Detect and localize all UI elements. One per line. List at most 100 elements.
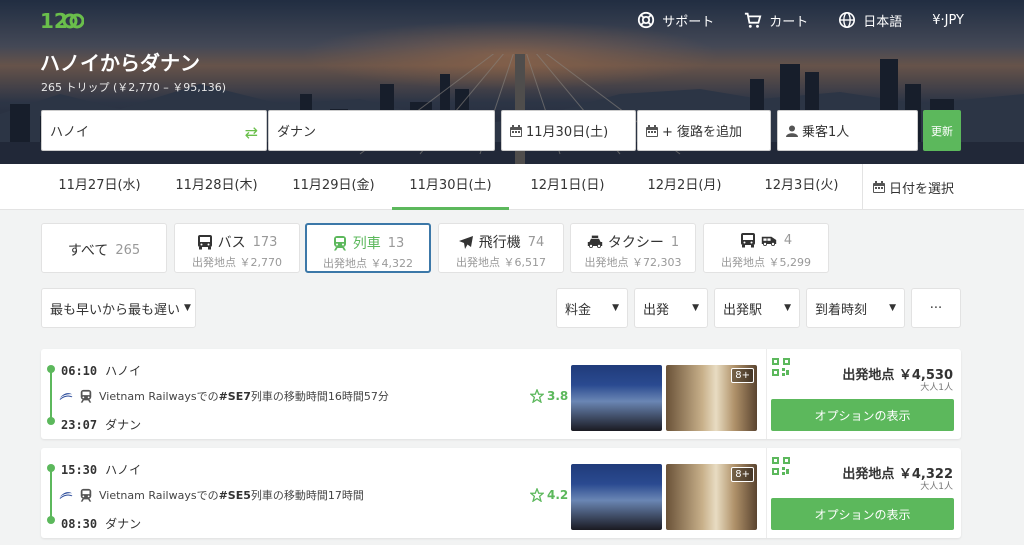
train-photo[interactable] — [571, 464, 662, 530]
date-tab-active[interactable]: 11月30日(土) — [392, 164, 509, 210]
nav-currency[interactable]: ¥·JPY — [932, 10, 964, 30]
passenger-count: 大人1人 — [920, 383, 953, 393]
cart-icon — [745, 12, 762, 28]
caret-down-icon: ▼ — [889, 303, 896, 313]
mode-tab-flight[interactable]: 飛行機 74 出発地点 ￥6,517 — [438, 223, 564, 273]
operator-text: Vietnam Railwaysでの — [99, 390, 219, 403]
filter-label: 出発駅 — [723, 302, 763, 318]
cabin-photo[interactable]: 8+ — [666, 365, 757, 431]
sort-value: 最も早いから最も遅い — [50, 302, 181, 318]
date-picker-label: 日付を選択 — [889, 181, 955, 197]
filter-label: 到着時刻 — [815, 302, 868, 318]
mode-tab-bus[interactable]: バス 173 出発地点 ￥2,770 — [174, 223, 300, 273]
swap-icon[interactable]: ⇄ — [245, 123, 258, 142]
date-tab[interactable]: 11月28日(木) — [158, 164, 275, 210]
mode-tab-all[interactable]: すべて 265 — [41, 223, 167, 273]
date-field[interactable]: 11月30日(土) — [501, 110, 636, 151]
rating-value: 3.8 — [547, 389, 569, 403]
trip-summary: 265 トリップ (￥2,770 – ￥95,136) — [41, 81, 227, 94]
trip-details: Vietnam Railwaysでの#SE5列車の移動時間17時間 — [59, 487, 364, 503]
top-nav: サポート カート 日本語 ¥·JPY — [637, 10, 964, 30]
operator-logo-icon — [59, 393, 73, 400]
result-card[interactable]: 06:10 ハノイ Vietnam Railwaysでの#SE7列車の移動時間1… — [41, 349, 961, 439]
date-bar: 11月27日(水) 11月28日(木) 11月29日(金) 11月30日(土) … — [0, 164, 1024, 210]
lifebuoy-icon — [638, 11, 655, 29]
page-title: ハノイからダナン — [40, 51, 200, 75]
operator-logo-icon — [59, 492, 73, 499]
show-options-button[interactable]: オプションの表示 — [771, 399, 954, 431]
site-logo[interactable]: 12 — [40, 6, 84, 36]
filter-departure[interactable]: 出発 ▼ — [634, 288, 708, 328]
mode-tab-train[interactable]: 列車 13 出発地点 ￥4,322 — [305, 223, 431, 273]
date-tab[interactable]: 12月1日(日) — [509, 164, 626, 210]
calendar-icon — [510, 124, 522, 137]
train-number: #SE7 — [218, 390, 251, 403]
divider — [766, 448, 767, 538]
taxi-icon — [587, 235, 603, 248]
nav-language[interactable]: 日本語 — [838, 10, 902, 30]
arrival-place: ダナン — [105, 418, 142, 432]
mode-price: 出発地点 ￥6,517 — [456, 256, 546, 269]
mode-label: タクシー — [607, 235, 664, 251]
date-picker-button[interactable]: 日付を選択 — [862, 164, 982, 210]
timeline-start-dot — [47, 464, 55, 472]
van-icon — [761, 236, 777, 246]
timeline-end-dot — [47, 417, 55, 425]
result-card[interactable]: 15:30 ハノイ Vietnam Railwaysでの#SE5列車の移動時間1… — [41, 448, 961, 538]
caret-down-icon: ▼ — [784, 303, 791, 313]
passengers-field[interactable]: 乗客1人 — [777, 110, 918, 151]
date-tab[interactable]: 12月2日(月) — [626, 164, 743, 210]
show-options-button[interactable]: オプションの表示 — [771, 498, 954, 530]
mode-count: 13 — [387, 235, 405, 251]
timeline-start-dot — [47, 365, 55, 373]
timeline-line — [50, 466, 52, 520]
more-photos-badge: 8+ — [731, 467, 754, 482]
mode-label: すべて — [67, 243, 109, 259]
from-field[interactable]: ハノイ ⇄ — [41, 110, 267, 151]
mode-tab-taxi[interactable]: タクシー 1 出発地点 ￥72,303 — [570, 223, 696, 273]
filter-arrival[interactable]: 到着時刻 ▼ — [806, 288, 905, 328]
departure-place: ハノイ — [105, 364, 142, 378]
filter-price[interactable]: 料金 ▼ — [556, 288, 628, 328]
filter-station[interactable]: 出発駅 ▼ — [714, 288, 800, 328]
more-photos-badge: 8+ — [731, 368, 754, 383]
refresh-button[interactable]: 更新 — [923, 110, 961, 151]
date-tab[interactable]: 11月27日(水) — [41, 164, 158, 210]
nav-cart[interactable]: カート — [744, 10, 808, 30]
date-tab[interactable]: 11月29日(金) — [275, 164, 392, 210]
nav-currency-label: ¥·JPY — [932, 12, 964, 28]
arrival-place: ダナン — [105, 517, 142, 531]
bus-icon — [197, 235, 212, 250]
duration-text: 列車の移動時間17時間 — [250, 489, 364, 502]
nav-language-label: 日本語 — [863, 14, 903, 30]
passenger-count: 大人1人 — [920, 482, 953, 492]
cabin-photo[interactable]: 8+ — [666, 464, 757, 530]
calendar-icon — [646, 124, 658, 137]
rating[interactable]: 3.8 — [530, 389, 568, 403]
qr-ticket-icon — [772, 457, 790, 475]
mode-tab-combo[interactable]: 4 出発地点 ￥5,299 — [703, 223, 829, 273]
train-photo[interactable] — [571, 365, 662, 431]
arrival-row: 08:30 ダナン — [61, 515, 141, 532]
rating[interactable]: 4.2 — [530, 488, 568, 502]
date-tab[interactable]: 12月3日(火) — [743, 164, 860, 210]
departure-row: 15:30 ハノイ — [61, 461, 141, 478]
globe-icon — [839, 11, 856, 29]
departure-place: ハノイ — [105, 463, 142, 477]
train-icon — [80, 389, 92, 403]
nav-support[interactable]: サポート — [637, 10, 714, 30]
mode-label: 飛行機 — [478, 235, 521, 251]
timeline-end-dot — [47, 516, 55, 524]
mode-count: 4 — [783, 232, 793, 248]
filter-more-button[interactable]: ··· — [911, 288, 961, 328]
airplane-icon — [458, 236, 473, 249]
bus-icon — [740, 233, 755, 248]
date-value: 11月30日(土) — [526, 125, 609, 140]
passengers-value: 乗客1人 — [802, 125, 850, 140]
sort-select[interactable]: 最も早いから最も遅い ▼ — [41, 288, 196, 328]
return-field[interactable]: + 復路を追加 — [637, 110, 771, 151]
star-icon — [530, 389, 544, 403]
mode-count: 74 — [527, 234, 545, 250]
filter-label: 料金 — [565, 302, 592, 318]
to-field[interactable]: ダナン — [268, 110, 495, 151]
